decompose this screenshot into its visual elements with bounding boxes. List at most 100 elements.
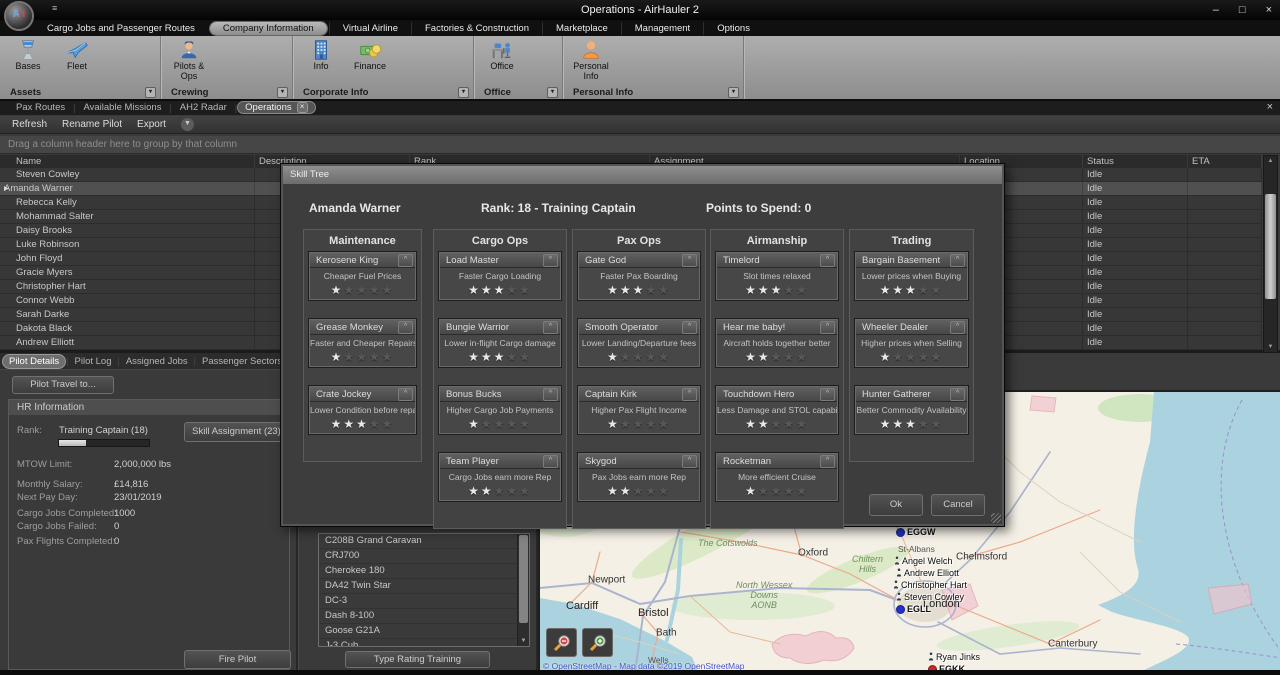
star-icon[interactable]: ★ (905, 283, 918, 297)
star-icon[interactable]: ★ (645, 484, 658, 498)
star-icon[interactable]: ★ (331, 350, 344, 364)
star-icon[interactable]: ★ (607, 350, 620, 364)
tab-available-missions[interactable]: Available Missions (75, 101, 169, 114)
collapse-icon[interactable]: ^ (682, 321, 697, 334)
aircraft-item[interactable]: J-3 Cub (319, 639, 529, 647)
cancel-button[interactable]: Cancel (931, 494, 985, 516)
collapse-icon[interactable]: ^ (543, 455, 558, 468)
star-icon[interactable]: ★ (620, 350, 633, 364)
export-dropdown-icon[interactable]: ▼ (181, 118, 194, 131)
pilot-travel-button[interactable]: Pilot Travel to... (12, 376, 114, 394)
star-icon[interactable]: ★ (745, 350, 758, 364)
star-icon[interactable]: ★ (481, 283, 494, 297)
tab-ah2-radar[interactable]: AH2 Radar (172, 101, 235, 114)
collapse-icon[interactable]: ^ (543, 388, 558, 401)
collapse-icon[interactable]: ^ (950, 254, 965, 267)
ribbon-button-pilots-ops[interactable]: Pilots & Ops (166, 38, 212, 81)
star-icon[interactable]: ★ (633, 417, 646, 431)
aircraft-item[interactable]: DC-3 (319, 594, 529, 609)
star-icon[interactable]: ★ (880, 283, 893, 297)
scroll-down-icon[interactable]: ▼ (518, 636, 529, 646)
star-icon[interactable]: ★ (382, 350, 395, 364)
map-marker-egll[interactable]: EGLL (896, 604, 931, 614)
star-icon[interactable]: ★ (331, 417, 344, 431)
star-icon[interactable]: ★ (658, 484, 671, 498)
star-icon[interactable]: ★ (494, 283, 507, 297)
collapse-icon[interactable]: ^ (543, 254, 558, 267)
ribbon-button-info[interactable]: Info (298, 38, 344, 72)
star-icon[interactable]: ★ (645, 417, 658, 431)
detail-tab-assigned-jobs[interactable]: Assigned Jobs (120, 355, 194, 368)
collapse-icon[interactable]: ^ (820, 321, 835, 334)
star-icon[interactable]: ★ (506, 283, 519, 297)
star-icon[interactable]: ★ (645, 283, 658, 297)
star-icon[interactable]: ★ (607, 283, 620, 297)
aircraft-scrollbar[interactable]: ▼ (517, 534, 529, 646)
ribbon-tab-company-information[interactable]: Company Information (210, 22, 327, 35)
zoom-in-button[interactable] (582, 628, 613, 657)
collapse-icon[interactable]: ^ (682, 254, 697, 267)
collapse-icon[interactable]: ^ (682, 388, 697, 401)
collapse-icon[interactable]: ^ (820, 254, 835, 267)
star-icon[interactable]: ★ (519, 484, 532, 498)
star-icon[interactable]: ★ (771, 484, 784, 498)
star-icon[interactable]: ★ (796, 484, 809, 498)
star-icon[interactable]: ★ (758, 350, 771, 364)
zoom-out-button[interactable] (546, 628, 577, 657)
star-icon[interactable]: ★ (607, 417, 620, 431)
star-icon[interactable]: ★ (356, 283, 369, 297)
ribbon-tab-cargo-jobs-and-passenger-routes[interactable]: Cargo Jobs and Passenger Routes (34, 22, 208, 35)
star-icon[interactable]: ★ (931, 350, 944, 364)
dialog-launcher-icon[interactable]: ▾ (145, 87, 156, 98)
maximize-button[interactable]: □ (1239, 0, 1246, 20)
star-icon[interactable]: ★ (481, 484, 494, 498)
ribbon-button-fleet[interactable]: Fleet (54, 38, 100, 72)
star-icon[interactable]: ★ (494, 350, 507, 364)
collapse-icon[interactable]: ^ (682, 455, 697, 468)
collapse-icon[interactable]: ^ (398, 254, 413, 267)
star-icon[interactable]: ★ (519, 283, 532, 297)
minimize-button[interactable]: – (1213, 0, 1219, 20)
star-icon[interactable]: ★ (633, 283, 646, 297)
ok-button[interactable]: Ok (869, 494, 923, 516)
star-icon[interactable]: ★ (745, 417, 758, 431)
star-icon[interactable]: ★ (905, 417, 918, 431)
scroll-up-icon[interactable]: ▲ (1264, 156, 1277, 166)
star-icon[interactable]: ★ (880, 417, 893, 431)
star-icon[interactable]: ★ (658, 283, 671, 297)
star-icon[interactable]: ★ (607, 484, 620, 498)
dialog-title[interactable]: Skill Tree (283, 166, 1002, 184)
star-icon[interactable]: ★ (771, 417, 784, 431)
aircraft-item[interactable]: Cherokee 180 (319, 564, 529, 579)
scrollbar-thumb[interactable] (519, 535, 528, 623)
collapse-icon[interactable]: ^ (543, 321, 558, 334)
ribbon-button-bases[interactable]: Bases (5, 38, 51, 72)
skill-assignment-button[interactable]: Skill Assignment (23) (184, 422, 289, 442)
star-icon[interactable]: ★ (382, 283, 395, 297)
detail-tab-pilot-details[interactable]: Pilot Details (2, 354, 66, 369)
star-icon[interactable]: ★ (633, 350, 646, 364)
star-icon[interactable]: ★ (745, 283, 758, 297)
star-icon[interactable]: ★ (771, 350, 784, 364)
table-scrollbar[interactable]: ▲ ▼ (1263, 155, 1278, 353)
toolbar-export-button[interactable]: Export (137, 119, 166, 130)
star-icon[interactable]: ★ (494, 484, 507, 498)
star-icon[interactable]: ★ (892, 350, 905, 364)
star-icon[interactable]: ★ (369, 417, 382, 431)
star-icon[interactable]: ★ (620, 283, 633, 297)
scroll-down-icon[interactable]: ▼ (1264, 342, 1277, 352)
star-icon[interactable]: ★ (758, 484, 771, 498)
star-icon[interactable]: ★ (343, 283, 356, 297)
star-icon[interactable]: ★ (468, 417, 481, 431)
detail-tab-passenger-sectors[interactable]: Passenger Sectors (196, 355, 288, 368)
collapse-icon[interactable]: ^ (398, 388, 413, 401)
fire-pilot-button[interactable]: Fire Pilot (184, 650, 291, 669)
ribbon-button-office[interactable]: Office (479, 38, 525, 72)
star-icon[interactable]: ★ (519, 350, 532, 364)
star-icon[interactable]: ★ (468, 350, 481, 364)
star-icon[interactable]: ★ (880, 350, 893, 364)
ribbon-tab-factories-construction[interactable]: Factories & Construction (411, 22, 542, 35)
star-icon[interactable]: ★ (343, 350, 356, 364)
star-icon[interactable]: ★ (758, 283, 771, 297)
collapse-icon[interactable]: ^ (398, 321, 413, 334)
